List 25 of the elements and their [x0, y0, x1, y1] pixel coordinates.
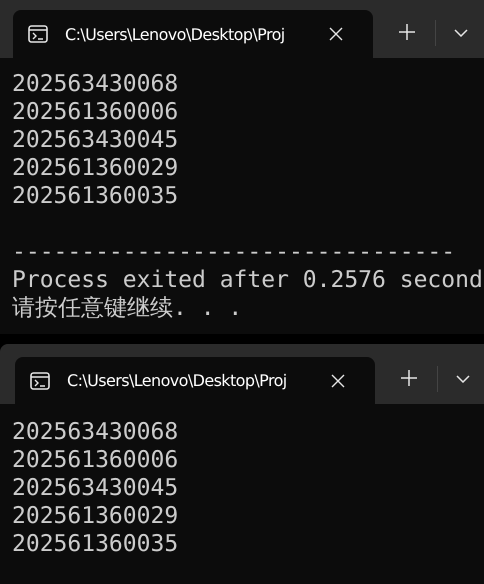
- output-line: 202561360035: [12, 182, 178, 210]
- output-line: 202561360029: [12, 502, 178, 530]
- chevron-down-icon[interactable]: [454, 29, 468, 37]
- chevron-down-icon[interactable]: [456, 375, 470, 383]
- output-line: 202563430045: [12, 474, 178, 502]
- output-line: 202563430045: [12, 126, 178, 154]
- plus-icon[interactable]: [399, 24, 415, 40]
- terminal-icon: [28, 25, 48, 43]
- output-line: Process exited after 0.2576 second: [12, 266, 483, 294]
- close-icon[interactable]: [329, 27, 343, 41]
- terminal-tab[interactable]: C:\Users\Lenovo\Desktop\Proj: [15, 357, 375, 404]
- output-line: 202561360035: [12, 530, 178, 558]
- output-line: 202563430068: [12, 70, 178, 98]
- close-icon[interactable]: [331, 374, 345, 388]
- output-line: 请按任意键继续. . .: [12, 294, 242, 322]
- output-line: 202561360006: [12, 98, 178, 126]
- separator-line: --------------------------------: [12, 238, 456, 266]
- output-line: 202561360029: [12, 154, 178, 182]
- output-line: 202563430068: [12, 418, 178, 446]
- terminal-icon: [30, 372, 50, 390]
- output-line: 202561360006: [12, 446, 178, 474]
- tab-title: C:\Users\Lenovo\Desktop\Proj: [67, 371, 288, 390]
- tab-title: C:\Users\Lenovo\Desktop\Proj: [65, 24, 286, 44]
- terminal-tab[interactable]: C:\Users\Lenovo\Desktop\Proj: [13, 10, 373, 58]
- plus-icon[interactable]: [401, 370, 417, 386]
